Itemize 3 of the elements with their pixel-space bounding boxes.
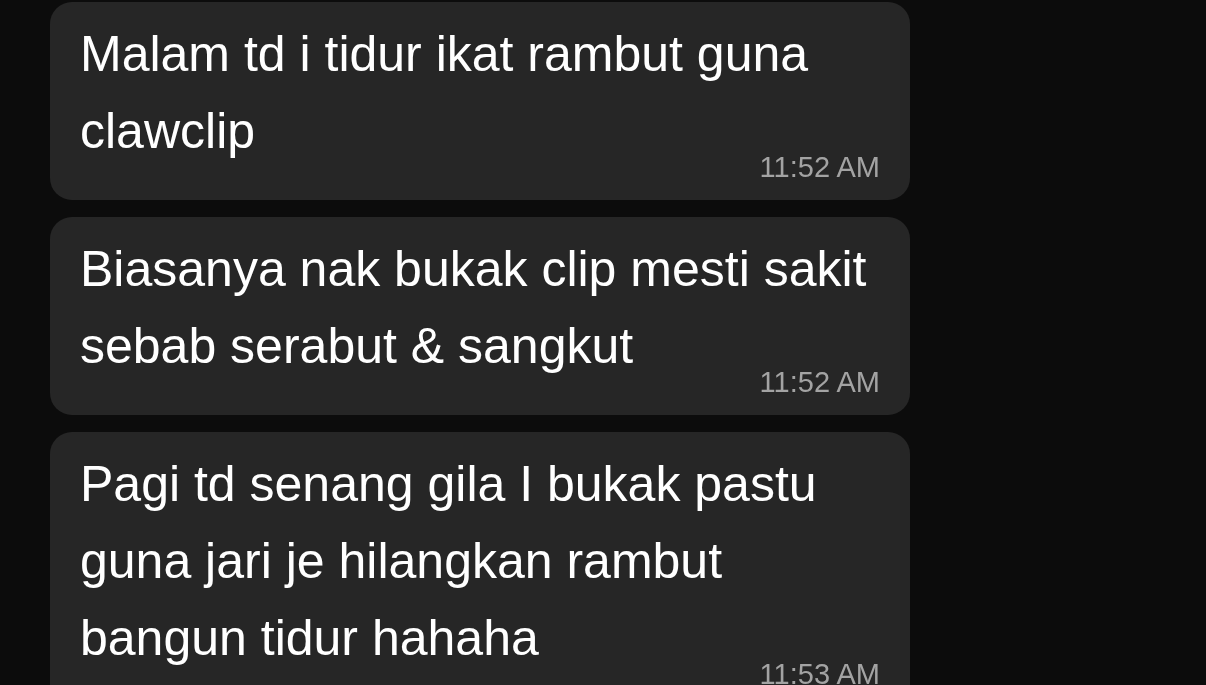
message-time: 11:53 AM bbox=[759, 657, 880, 685]
message-time: 11:52 AM bbox=[759, 150, 880, 184]
message-time: 11:52 AM bbox=[759, 365, 880, 399]
